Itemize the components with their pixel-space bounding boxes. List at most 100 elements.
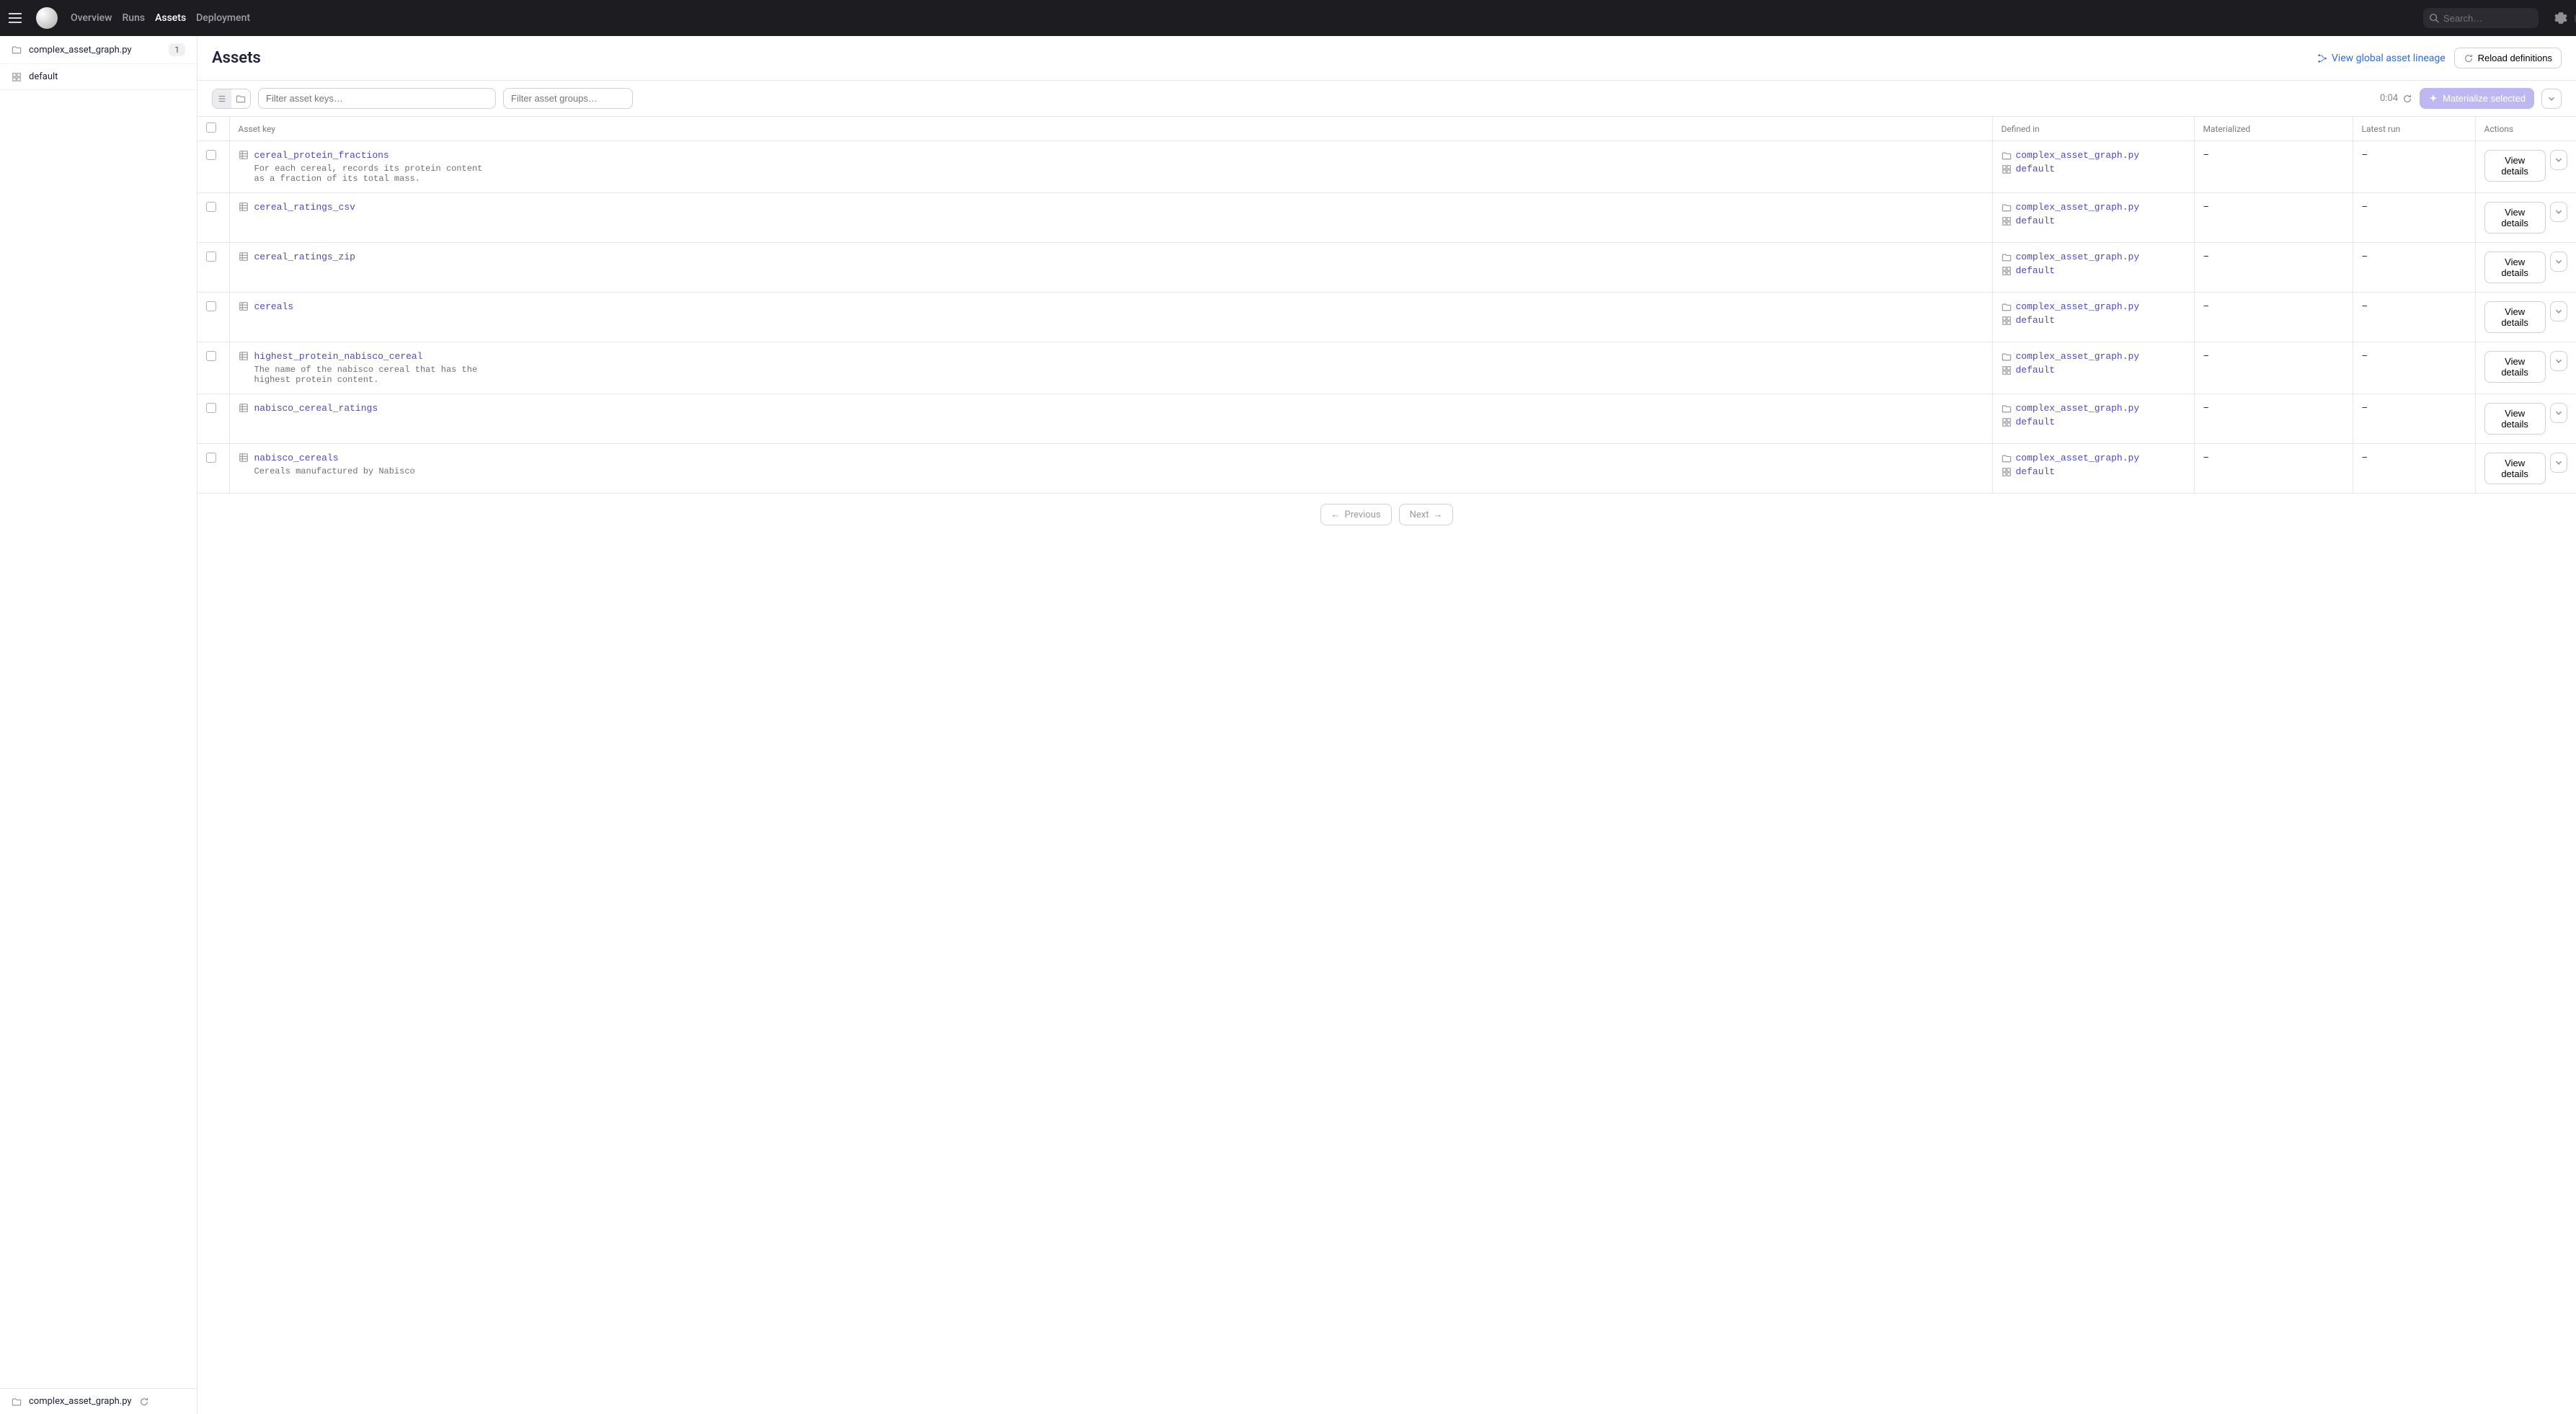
defined-in-group[interactable]: default [2002, 466, 2185, 477]
reload-icon [2464, 53, 2474, 63]
table-row: cereal_ratings_csv complex_asset_graph.py… [197, 193, 2576, 243]
view-details-button[interactable]: View details [2484, 301, 2546, 333]
view-details-button[interactable]: View details [2484, 202, 2546, 234]
chevron-down-icon [2554, 458, 2564, 468]
view-details-button[interactable]: View details [2484, 403, 2546, 435]
row-menu-button[interactable] [2550, 403, 2567, 423]
asset-key-link[interactable]: cereal_protein_fractions [254, 150, 485, 161]
defined-in-group[interactable]: default [2002, 215, 2185, 226]
chevron-down-icon [2554, 155, 2564, 165]
defined-in-group[interactable]: default [2002, 365, 2185, 375]
defined-in-file[interactable]: complex_asset_graph.py [2002, 453, 2185, 463]
view-details-button[interactable]: View details [2484, 351, 2546, 383]
nav-overview[interactable]: Overview [71, 9, 112, 27]
materialized-cell: – [2194, 193, 2353, 243]
page-title: Assets [212, 49, 261, 67]
asset-key-link[interactable]: highest_protein_nabisco_cereal [254, 351, 485, 362]
table-row: nabisco_cereal_ratings complex_asset_grap… [197, 394, 2576, 444]
row-checkbox[interactable] [206, 301, 216, 311]
table-icon [239, 150, 249, 160]
latest-run-cell: – [2353, 141, 2475, 193]
sidebar-item-group[interactable]: default [0, 64, 197, 90]
chevron-down-icon [2554, 306, 2564, 316]
folder-icon [2002, 151, 2012, 161]
next-button[interactable]: Next → [1399, 504, 1454, 525]
row-checkbox[interactable] [206, 252, 216, 262]
folder-icon [2002, 352, 2012, 362]
asset-key-link[interactable]: cereals [254, 301, 294, 312]
group-icon [2002, 365, 2012, 375]
gear-icon[interactable] [2554, 12, 2567, 25]
folder-view-button[interactable] [231, 89, 250, 108]
defined-in-file[interactable]: complex_asset_graph.py [2002, 150, 2185, 161]
asset-key-link[interactable]: nabisco_cereals [254, 453, 415, 463]
row-checkbox[interactable] [206, 351, 216, 361]
row-menu-button[interactable] [2550, 252, 2567, 272]
group-icon [2002, 164, 2012, 174]
logo[interactable] [36, 7, 58, 29]
sidebar-item-label: default [29, 71, 58, 82]
row-checkbox[interactable] [206, 403, 216, 413]
defined-in-group[interactable]: default [2002, 315, 2185, 326]
defined-in-file[interactable]: complex_asset_graph.py [2002, 202, 2185, 213]
row-menu-button[interactable] [2550, 351, 2567, 371]
filter-keys-input[interactable] [258, 88, 496, 109]
menu-icon[interactable] [9, 9, 27, 27]
materialize-menu-button[interactable] [2541, 89, 2562, 109]
global-search[interactable]: / [2423, 8, 2539, 28]
view-lineage-link[interactable]: View global asset lineage [2317, 53, 2446, 64]
defined-in-file[interactable]: complex_asset_graph.py [2002, 252, 2185, 262]
sidebar-item-code-location[interactable]: complex_asset_graph.py 1 [0, 36, 197, 64]
search-input[interactable] [2443, 13, 2570, 24]
materialize-label: Materialize selected [2443, 93, 2526, 104]
nav-assets[interactable]: Assets [155, 9, 186, 27]
nav-deployment[interactable]: Deployment [196, 9, 250, 27]
nav-runs[interactable]: Runs [122, 9, 145, 27]
row-menu-button[interactable] [2550, 150, 2567, 170]
filter-groups-input[interactable] [503, 88, 633, 109]
asset-key-link[interactable]: cereal_ratings_csv [254, 202, 355, 213]
pagination: ← Previous Next → [197, 494, 2576, 535]
row-checkbox[interactable] [206, 150, 216, 160]
row-checkbox[interactable] [206, 453, 216, 463]
latest-run-cell: – [2353, 243, 2475, 293]
page-header: Assets View global asset lineage Reload … [197, 36, 2576, 81]
folder-icon [2002, 203, 2012, 213]
defined-in-file[interactable]: complex_asset_graph.py [2002, 351, 2185, 362]
col-latest-run: Latest run [2353, 117, 2475, 141]
row-menu-button[interactable] [2550, 202, 2567, 222]
select-all-checkbox[interactable] [206, 123, 216, 133]
view-details-button[interactable]: View details [2484, 453, 2546, 484]
defined-in-group[interactable]: default [2002, 265, 2185, 276]
list-view-button[interactable] [213, 89, 231, 108]
materialize-button[interactable]: Materialize selected [2420, 88, 2534, 109]
sparkle-icon [2428, 94, 2438, 104]
defined-in-group[interactable]: default [2002, 164, 2185, 174]
chevron-down-icon [2554, 257, 2564, 267]
sidebar-footer: complex_asset_graph.py [0, 1388, 197, 1414]
reload-icon[interactable] [139, 1397, 149, 1407]
defined-in-file[interactable]: complex_asset_graph.py [2002, 301, 2185, 312]
asset-key-link[interactable]: nabisco_cereal_ratings [254, 403, 378, 414]
toolbar: 0:04 Materialize selected [197, 81, 2576, 117]
row-checkbox[interactable] [206, 202, 216, 212]
reload-definitions-button[interactable]: Reload definitions [2454, 48, 2562, 68]
sidebar-item-count: 1 [169, 43, 185, 56]
col-asset-key: Asset key [229, 117, 1992, 141]
reload-icon[interactable] [2402, 94, 2412, 104]
arrow-right-icon: → [1433, 509, 1442, 520]
row-menu-button[interactable] [2550, 301, 2567, 321]
topbar: Overview Runs Assets Deployment / [0, 0, 2576, 36]
defined-in-group[interactable]: default [2002, 417, 2185, 427]
prev-button[interactable]: ← Previous [1320, 504, 1392, 525]
col-actions: Actions [2475, 117, 2576, 141]
view-details-button[interactable]: View details [2484, 252, 2546, 283]
asset-key-link[interactable]: cereal_ratings_zip [254, 252, 355, 262]
folder-icon [236, 94, 246, 104]
group-icon [2002, 417, 2012, 427]
table-row: highest_protein_nabisco_cerealThe name o… [197, 342, 2576, 394]
defined-in-file[interactable]: complex_asset_graph.py [2002, 403, 2185, 414]
view-details-button[interactable]: View details [2484, 150, 2546, 182]
row-menu-button[interactable] [2550, 453, 2567, 473]
sidebar-footer-label: complex_asset_graph.py [29, 1396, 132, 1407]
